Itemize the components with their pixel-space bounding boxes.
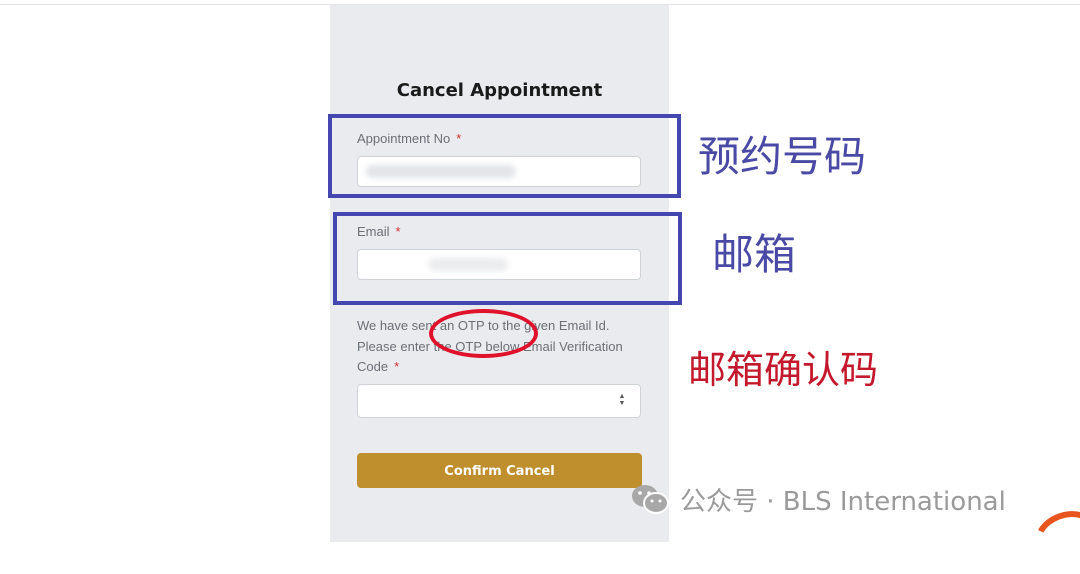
otp-label: Code * <box>357 357 657 378</box>
appointment-annotation-box <box>328 114 681 198</box>
email-annotation-text: 邮箱 <box>712 230 797 279</box>
watermark-text: 公众号 · BLS International <box>680 486 1006 517</box>
otp-annotation-circle <box>429 309 538 358</box>
otp-input[interactable]: ▲ ▼ <box>357 384 641 418</box>
email-annotation-box <box>333 212 682 305</box>
otp-label-text: Code <box>357 359 389 374</box>
page-title: Cancel Appointment <box>396 80 603 101</box>
number-spinner-icon[interactable]: ▲ ▼ <box>618 393 626 407</box>
required-mark: * <box>394 359 400 374</box>
confirm-cancel-button[interactable]: Confirm Cancel <box>357 453 642 488</box>
watermark: 公众号 · BLS International <box>630 482 1006 517</box>
corner-decoration <box>1027 502 1080 574</box>
appointment-annotation-text: 预约号码 <box>698 132 867 181</box>
otp-annotation-text: 邮箱确认码 <box>688 348 879 392</box>
wechat-icon <box>630 482 670 516</box>
